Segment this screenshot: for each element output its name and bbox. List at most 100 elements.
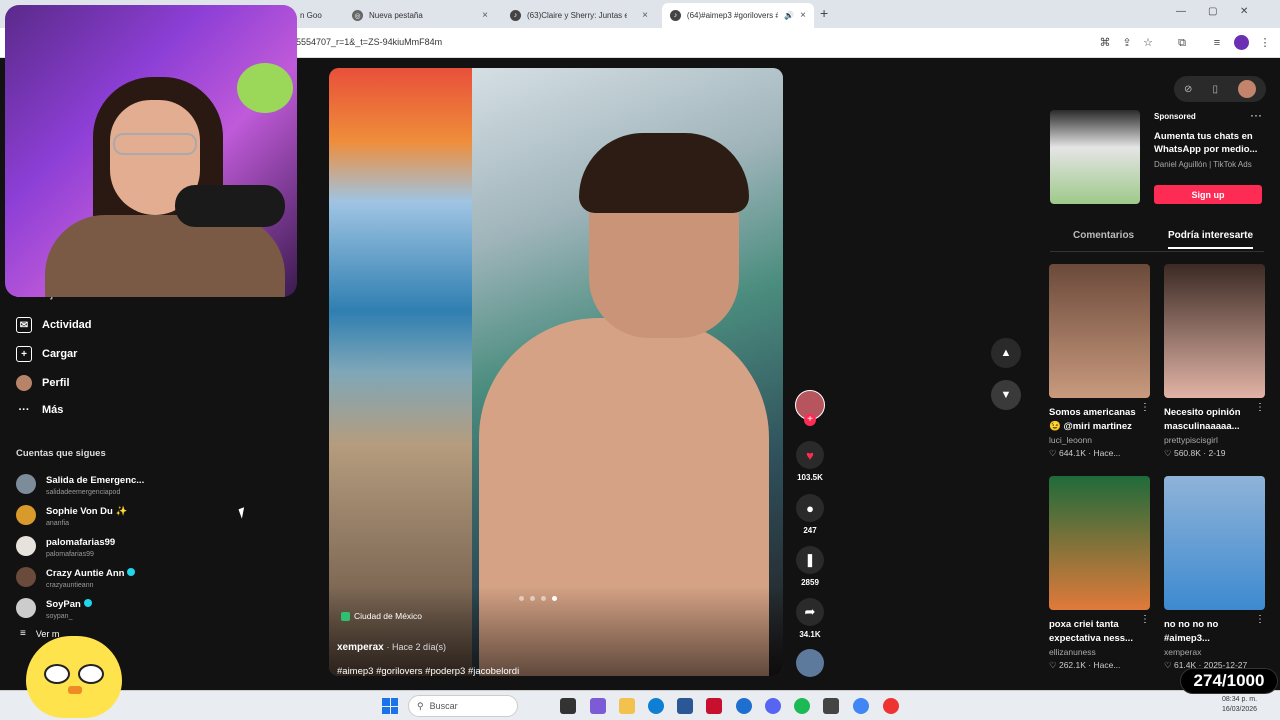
minimize-button[interactable]: — xyxy=(1176,6,1186,17)
browser-tab-2[interactable]: ◎ Nueva pestaña × xyxy=(344,3,496,28)
taskbar-search[interactable]: ⚲ Buscar xyxy=(408,695,518,717)
media-control-icon[interactable]: ≡ xyxy=(1210,36,1224,50)
video-thumbnail[interactable] xyxy=(1049,476,1150,610)
browser-menu-icon[interactable]: ⋮ xyxy=(1258,36,1272,50)
account-username: soypan_ xyxy=(46,613,73,620)
sign-up-button[interactable]: Sign up xyxy=(1154,185,1262,204)
task-view-icon[interactable] xyxy=(560,698,576,714)
card-meta: ♡ 262.1K · Hace... xyxy=(1049,660,1121,670)
hashtags[interactable]: #aimep3 #gorilovers #poderp3 #jacobelord… xyxy=(337,666,519,676)
comment-icon: ● xyxy=(796,494,824,522)
card-more-icon[interactable]: ⋮ xyxy=(1255,614,1265,625)
creator-avatar-button[interactable]: + xyxy=(794,390,826,426)
url-text[interactable]: 5554707_r=1&_t=ZS-94kiuMmF84m xyxy=(296,37,442,47)
tab-label: Nueva pestaña xyxy=(369,11,423,20)
card-author[interactable]: prettypiscisgirl xyxy=(1164,434,1265,447)
profile-avatar xyxy=(16,375,32,391)
recommended-video-card[interactable]: ⋮ Somos americanas 😉 @miri martinez luci_le… xyxy=(1049,264,1150,460)
card-author[interactable]: ellizanuness xyxy=(1049,646,1150,659)
tab-might-interest[interactable]: Podría interesarte xyxy=(1168,230,1254,249)
nav-item-more[interactable]: ··· Más xyxy=(16,404,64,416)
following-account[interactable]: Salida de Emergenc... salidadeemergenciap… xyxy=(16,470,144,497)
next-video-button[interactable]: ▼ xyxy=(991,380,1021,410)
extensions-icon[interactable]: ⧉ xyxy=(1175,36,1189,50)
tab-comments[interactable]: Comentarios xyxy=(1073,230,1134,241)
comment-button[interactable]: ● 247 xyxy=(794,494,826,535)
nav-item-upload[interactable]: + Cargar xyxy=(16,346,77,362)
author-name[interactable]: xemperax xyxy=(337,642,384,653)
like-button[interactable]: ♥ 103.5K xyxy=(794,441,826,482)
edge-icon[interactable] xyxy=(648,698,664,714)
chrome-profile-icon[interactable] xyxy=(883,698,899,714)
recommended-video-card[interactable]: ⋮ no no no no #aimep3... xemperax ♡ 61.4K · … xyxy=(1164,476,1265,672)
new-tab-button[interactable]: + xyxy=(820,5,828,21)
card-author[interactable]: xemperax xyxy=(1164,646,1265,659)
account-name-row: palomafarias99 xyxy=(46,532,115,550)
cast-icon[interactable]: ⇪ xyxy=(1120,36,1134,50)
close-tab-icon[interactable]: × xyxy=(482,10,488,21)
video-player[interactable]: Ciudad de México xemperax · Hace 2 día(s… xyxy=(329,68,783,676)
app-icon[interactable] xyxy=(736,698,752,714)
mascot-eye xyxy=(78,664,104,684)
mascot-beak xyxy=(68,686,82,694)
card-more-icon[interactable]: ⋮ xyxy=(1140,614,1150,625)
video-thumbnail[interactable] xyxy=(1164,264,1265,398)
carousel-dots[interactable] xyxy=(519,596,557,601)
card-author[interactable]: luci_leoonn xyxy=(1049,434,1150,447)
music-disc-button[interactable] xyxy=(794,649,826,677)
ad-title[interactable]: Aumenta tus chats en WhatsApp por medio.… xyxy=(1154,130,1264,156)
antivirus-icon[interactable] xyxy=(706,698,722,714)
spotify-icon[interactable] xyxy=(794,698,810,714)
following-account[interactable]: Crazy Auntie Ann crazyauntieann xyxy=(16,563,136,590)
ad-thumbnail[interactable] xyxy=(1050,110,1140,204)
ad-more-icon[interactable]: ··· xyxy=(1250,108,1262,122)
card-more-icon[interactable]: ⋮ xyxy=(1255,402,1265,413)
windows-start-icon[interactable] xyxy=(382,698,398,714)
close-tab-icon[interactable]: × xyxy=(800,10,806,21)
save-button[interactable]: ❚ 2859 xyxy=(794,546,826,587)
recommended-video-card[interactable]: ⋮ Necesito opinión masculinaaaaa... prettyp… xyxy=(1164,264,1265,460)
previous-video-button[interactable]: ▲ xyxy=(991,338,1021,368)
video-thumbnail[interactable] xyxy=(1049,264,1150,398)
more-icon: ··· xyxy=(18,404,30,416)
share-button[interactable]: ➦ 34.1K xyxy=(794,598,826,639)
chrome-icon[interactable] xyxy=(853,698,869,714)
location-tag[interactable]: Ciudad de México xyxy=(341,611,422,621)
taskbar-clock[interactable]: 08:34 p. m. 16/03/2026 xyxy=(1222,695,1257,715)
translate-icon[interactable]: ⌘ xyxy=(1098,36,1112,50)
browser-profile-avatar[interactable] xyxy=(1234,35,1249,50)
card-more-icon[interactable]: ⋮ xyxy=(1140,402,1150,413)
browser-tab-4-active[interactable]: ♪ (64)#aimep3 #gorilovers # 🔊 × xyxy=(662,3,814,28)
browser-tab-3[interactable]: ♪ (63)Claire y Sherry: Juntas en R × xyxy=(502,3,656,28)
recommended-video-card[interactable]: ⋮ poxa criei tanta expectativa ness... elli… xyxy=(1049,476,1150,672)
nav-item-label: Actividad xyxy=(42,319,92,331)
store-icon[interactable] xyxy=(677,698,693,714)
header-actions: ⊘ ▯ xyxy=(1174,76,1266,102)
compass-icon[interactable]: ⊘ xyxy=(1184,84,1192,95)
see-more-link[interactable]: ≡ Ver m xyxy=(20,628,59,639)
following-account[interactable]: Sophie Von Du ✨ ananfia xyxy=(16,501,127,528)
bookmark-star-icon[interactable]: ☆ xyxy=(1141,36,1155,50)
copilot-icon[interactable] xyxy=(590,698,606,714)
video-author-line: xemperax · Hace 2 día(s) xyxy=(337,642,446,653)
close-tab-icon[interactable]: × xyxy=(642,10,648,21)
browser-tab-1[interactable]: n Goo xyxy=(292,3,342,28)
obs-icon[interactable] xyxy=(823,698,839,714)
nav-item-activity[interactable]: ✉ Actividad xyxy=(16,317,92,333)
nav-item-profile[interactable]: Perfil xyxy=(16,375,70,391)
account-avatar xyxy=(16,535,36,556)
maximize-button[interactable]: ▢ xyxy=(1208,6,1217,17)
nav-item-label: Cargar xyxy=(42,348,78,360)
follow-plus-icon[interactable]: + xyxy=(804,414,816,426)
location-label: Ciudad de México xyxy=(354,611,423,621)
webcam-shirt xyxy=(45,215,285,297)
discord-icon[interactable] xyxy=(765,698,781,714)
following-account[interactable]: palomafarias99 palomafarias99 xyxy=(16,532,115,559)
file-explorer-icon[interactable] xyxy=(619,698,635,714)
following-account[interactable]: SoyPan soypan_ xyxy=(16,594,92,621)
device-icon[interactable]: ▯ xyxy=(1212,84,1218,95)
video-thumbnail[interactable] xyxy=(1164,476,1265,610)
speaker-icon[interactable]: 🔊 xyxy=(784,11,794,20)
close-window-button[interactable]: ✕ xyxy=(1240,6,1248,17)
user-avatar[interactable] xyxy=(1237,80,1256,98)
